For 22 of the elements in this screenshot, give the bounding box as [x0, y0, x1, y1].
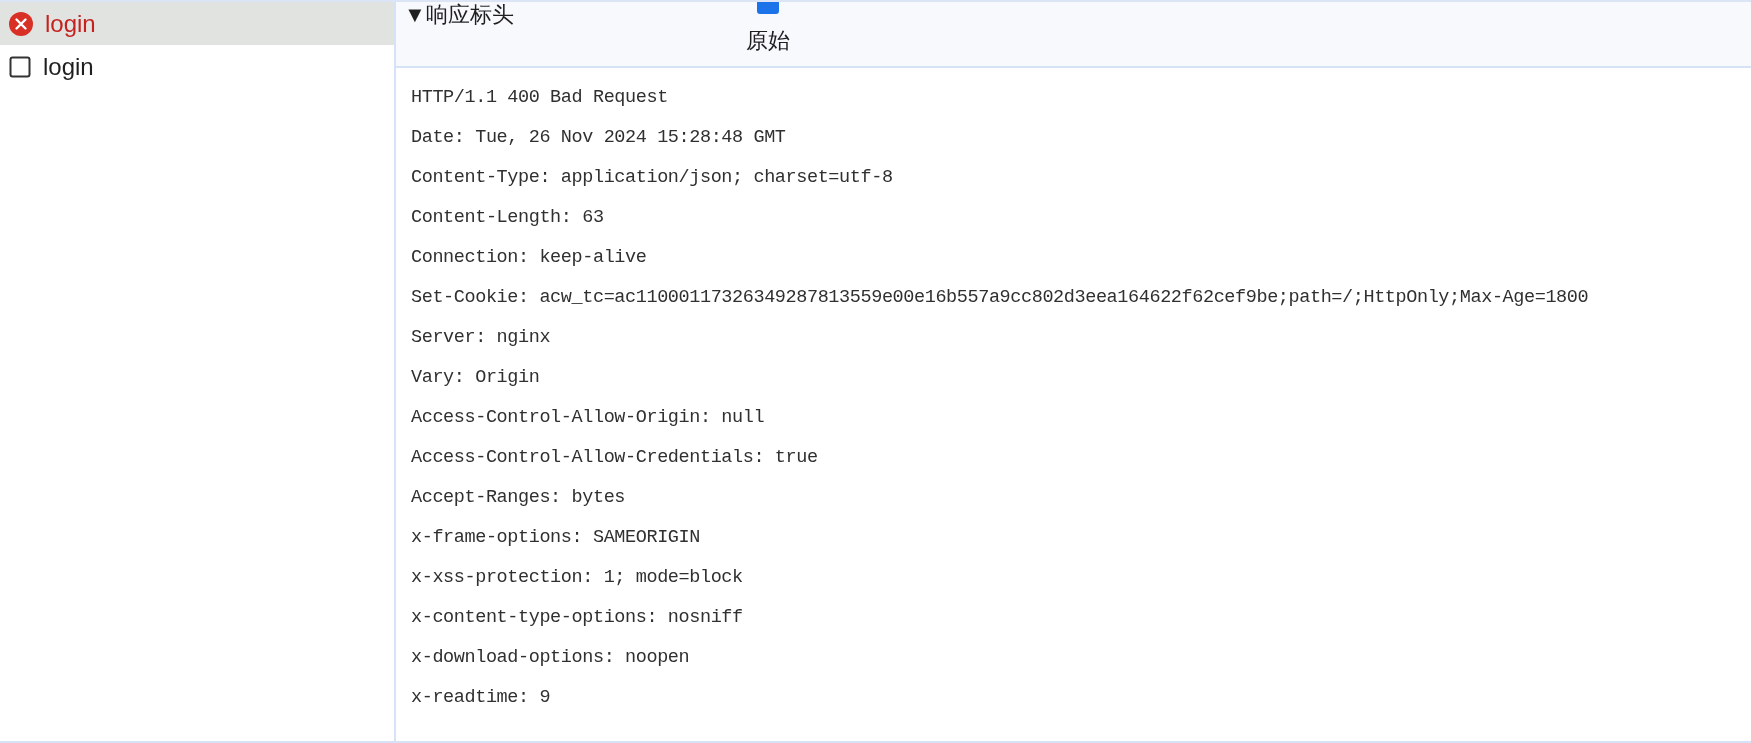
header-line: Content-Length: 63	[411, 206, 605, 230]
raw-checkbox[interactable]	[757, 2, 779, 14]
header-line: Date: Tue, 26 Nov 2024 15:28:48 GMT	[411, 126, 787, 150]
error-icon	[9, 11, 33, 36]
header-line: Server: nginx	[411, 326, 552, 350]
header-line: HTTP/1.1 400 Bad Request	[411, 86, 669, 110]
header-line: Set-Cookie: acw_tc=ac11000117326349287813559e00e16b557a9cc802d3eea164622f62cef9be;path=/;HttpOnly;Max-Age=1800	[411, 286, 1590, 310]
header-line: x-download-options: noopen	[411, 646, 691, 670]
header-line: x-frame-options: SAMEORIGIN	[411, 526, 701, 550]
header-line: Vary: Origin	[411, 366, 541, 390]
header-line: x-readtime: 9	[411, 686, 552, 710]
header-line: x-content-type-options: nosniff	[411, 606, 744, 630]
header-line: x-xss-protection: 1; mode=block	[411, 566, 744, 590]
header-line: Content-Type: application/json; charset=utf-8	[411, 166, 894, 190]
square-icon	[9, 55, 31, 78]
raw-label: 原始	[746, 27, 790, 55]
header-line: Access-Control-Allow-Origin: null	[411, 406, 766, 430]
section-title[interactable]: ▼响应标头	[404, 2, 514, 28]
header-line: Accept-Ranges: bytes	[411, 486, 627, 510]
header-line: Connection: keep-alive	[411, 246, 648, 270]
request-item[interactable]: login	[0, 2, 394, 45]
header-line: Access-Control-Allow-Credentials: true	[411, 446, 819, 470]
